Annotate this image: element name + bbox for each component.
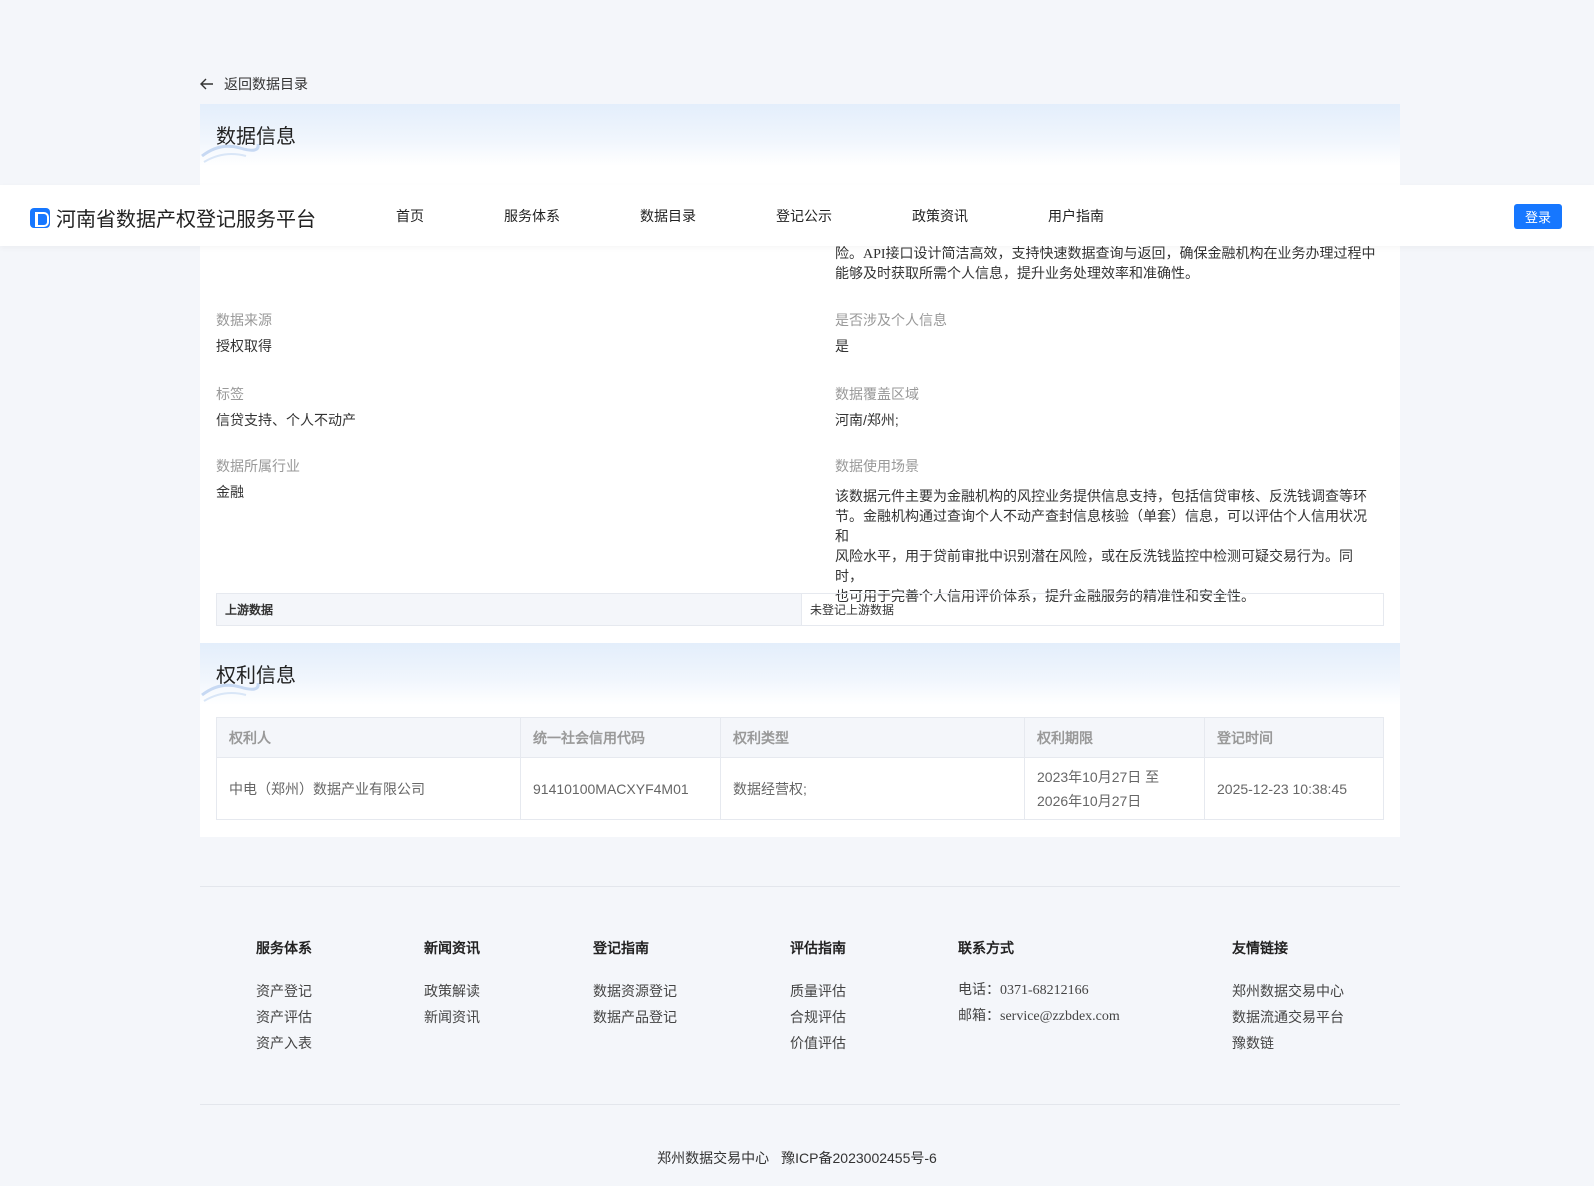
footer-link[interactable]: 质量评估 <box>790 978 846 1004</box>
column-header: 权利人 <box>216 717 521 758</box>
field-value: 是 <box>835 338 849 354</box>
upstream-value: 未登记上游数据 <box>801 594 1383 625</box>
field-personal-info: 是否涉及个人信息 是 <box>835 310 947 356</box>
field-coverage: 数据覆盖区域 河南/郑州; <box>835 384 919 430</box>
scene-line: 风险水平，用于贷前审批中识别潜在风险，或在反洗钱监控中检测可疑交易行为。同时， <box>835 550 1353 585</box>
field-label: 数据使用场景 <box>835 458 919 474</box>
arrow-left-icon <box>200 78 213 90</box>
field-label: 数据所属行业 <box>216 458 300 474</box>
rights-table: 权利人 统一社会信用代码 权利类型 权利期限 登记时间 中电（郑州）数据产业有限… <box>216 717 1384 820</box>
footer-col-friend-links: 友情链接 郑州数据交易中心 数据流通交易平台 豫数链 <box>1232 938 1344 1056</box>
field-value: 河南/郑州; <box>835 412 899 428</box>
footer-col-news: 新闻资讯 政策解读 新闻资讯 <box>424 938 480 1030</box>
column-header: 登记时间 <box>1204 717 1384 758</box>
description-line: 能够及时获取所需个人信息，提升业务处理效率和准确性。 <box>835 267 1199 282</box>
nav-item-catalog[interactable]: 数据目录 <box>640 206 696 226</box>
field-label: 数据覆盖区域 <box>835 386 919 402</box>
footer-col-title: 登记指南 <box>593 940 649 956</box>
scene-line: 节。金融机构通过查询个人不动产查封信息核验（单套）信息，可以评估个人信用状况和 <box>835 510 1367 545</box>
nav-item-policy[interactable]: 政策资讯 <box>912 206 968 226</box>
field-label: 标签 <box>216 386 244 402</box>
footer-col-title: 新闻资讯 <box>424 940 480 956</box>
nav-item-registry[interactable]: 登记公示 <box>776 206 832 226</box>
footer-link[interactable]: 合规评估 <box>790 1004 846 1030</box>
copyright-bar: 郑州数据交易中心 豫ICP备2023002455号-6 <box>0 1148 1594 1168</box>
footer-link[interactable]: 数据产品登记 <box>593 1004 677 1030</box>
field-value: 信贷支持、个人不动产 <box>216 412 356 428</box>
cell-holder: 中电（郑州）数据产业有限公司 <box>216 757 521 820</box>
footer-col-services: 服务体系 资产登记 资产评估 资产入表 <box>256 938 312 1056</box>
cell-term: 2023年10月27日 至 2026年10月27日 <box>1024 757 1205 820</box>
footer-link[interactable]: 资产评估 <box>256 1004 312 1030</box>
footer-link[interactable]: 资产登记 <box>256 978 312 1004</box>
footer-link[interactable]: 资产入表 <box>256 1030 312 1056</box>
term-start: 2023年10月27日 至 <box>1037 768 1160 785</box>
footer-link[interactable]: 数据流通交易平台 <box>1232 1004 1344 1030</box>
field-label: 是否涉及个人信息 <box>835 312 947 328</box>
footer-col-title: 服务体系 <box>256 940 312 956</box>
field-value: 金融 <box>216 484 244 500</box>
footer-col-title: 友情链接 <box>1232 940 1288 956</box>
footer-col-title: 联系方式 <box>958 940 1014 956</box>
back-label: 返回数据目录 <box>224 76 308 92</box>
field-value: 授权取得 <box>216 338 272 354</box>
column-header: 权利期限 <box>1024 717 1205 758</box>
footer-link[interactable]: 新闻资讯 <box>424 1004 480 1030</box>
table-header-row: 权利人 统一社会信用代码 权利类型 权利期限 登记时间 <box>216 717 1384 758</box>
rights-info-title: 权利信息 <box>216 665 296 687</box>
nav-item-guide[interactable]: 用户指南 <box>1048 206 1104 226</box>
data-info-header: 数据信息 <box>200 104 1400 166</box>
cell-right-type: 数据经营权; <box>720 757 1025 820</box>
footer-col-contact: 联系方式 电话：0371-68212166 邮箱：service@zzbdex.… <box>958 938 1120 1030</box>
footer-col-register-guide: 登记指南 数据资源登记 数据产品登记 <box>593 938 677 1030</box>
field-usage-scene: 数据使用场景 <box>835 456 919 476</box>
upstream-label: 上游数据 <box>217 594 801 625</box>
rights-info-card: 权利信息 权利人 统一社会信用代码 权利类型 权利期限 登记时间 中电（郑州）数… <box>200 643 1400 837</box>
footer-link[interactable]: 豫数链 <box>1232 1030 1344 1056</box>
column-header: 权利类型 <box>720 717 1025 758</box>
data-info-title: 数据信息 <box>216 126 296 148</box>
usage-scene-text: 该数据元件主要为金融机构的风控业务提供信息支持，包括信贷审核、反洗钱调查等环 节… <box>835 488 1380 608</box>
footer-col-title: 评估指南 <box>790 940 846 956</box>
footer-phone: 电话：0371-68212166 <box>958 983 1089 998</box>
description-line: 险。API接口设计简洁高效，支持快速数据查询与返回，确保金融机构在业务办理过程中 <box>835 247 1376 262</box>
cell-register-time: 2025-12-23 10:38:45 <box>1204 757 1384 820</box>
table-row: 中电（郑州）数据产业有限公司 91410100MACXYF4M01 数据经营权;… <box>216 757 1384 820</box>
footer-link[interactable]: 数据资源登记 <box>593 978 677 1004</box>
footer-divider <box>200 886 1400 887</box>
top-navbar: 河南省数据产权登记服务平台 首页 服务体系 数据目录 登记公示 政策资讯 用户指… <box>0 185 1594 246</box>
login-button[interactable]: 登录 <box>1514 204 1562 229</box>
field-data-source: 数据来源 授权取得 <box>216 310 272 356</box>
upstream-data-row: 上游数据 未登记上游数据 <box>216 593 1384 626</box>
field-industry: 数据所属行业 金融 <box>216 456 300 502</box>
footer-link[interactable]: 价值评估 <box>790 1030 846 1056</box>
column-header: 统一社会信用代码 <box>520 717 721 758</box>
nav-item-services[interactable]: 服务体系 <box>504 206 560 226</box>
rights-info-header: 权利信息 <box>200 643 1400 705</box>
field-tags: 标签 信贷支持、个人不动产 <box>216 384 356 430</box>
cell-credit-code: 91410100MACXYF4M01 <box>520 757 721 820</box>
footer-col-eval-guide: 评估指南 质量评估 合规评估 价值评估 <box>790 938 846 1056</box>
field-label: 数据来源 <box>216 312 272 328</box>
icp-number[interactable]: 豫ICP备2023002455号-6 <box>781 1150 937 1166</box>
scene-line: 该数据元件主要为金融机构的风控业务提供信息支持，包括信贷审核、反洗钱调查等环 <box>835 490 1367 505</box>
platform-logo-icon <box>30 207 50 228</box>
brand-name: 河南省数据产权登记服务平台 <box>56 209 316 231</box>
back-to-catalog-link[interactable]: 返回数据目录 <box>200 74 308 94</box>
brand[interactable]: 河南省数据产权登记服务平台 <box>30 203 316 232</box>
footer-link[interactable]: 郑州数据交易中心 <box>1232 978 1344 1004</box>
data-description: 险。API接口设计简洁高效，支持快速数据查询与返回，确保金融机构在业务办理过程中… <box>835 245 1380 285</box>
footer-org: 郑州数据交易中心 <box>657 1150 770 1166</box>
term-end: 2026年10月27日 <box>1037 792 1142 809</box>
nav-item-home[interactable]: 首页 <box>396 206 424 226</box>
footer-link[interactable]: 政策解读 <box>424 978 480 1004</box>
footer-bottom-divider <box>200 1104 1400 1105</box>
footer-email[interactable]: 邮箱：service@zzbdex.com <box>958 1004 1120 1030</box>
